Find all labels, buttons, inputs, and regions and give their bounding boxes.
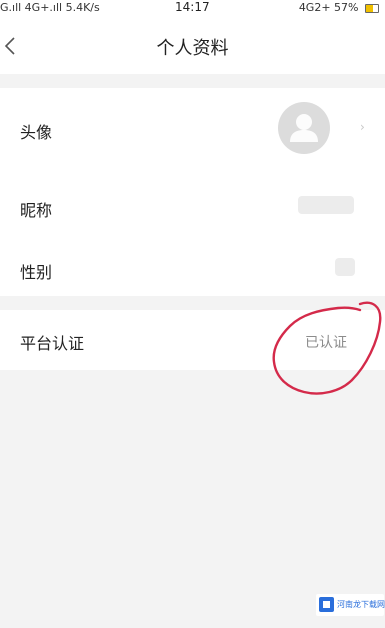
- gender-row-label: 性别: [20, 263, 53, 282]
- default-user-avatar-icon: [290, 114, 318, 142]
- status-time: 14:17: [175, 0, 210, 14]
- watermark-logo-icon: [319, 597, 334, 612]
- gender-value-blurred[interactable]: [335, 258, 355, 276]
- watermark-text: 河南龙下载网: [337, 600, 385, 609]
- status-network-speed: G.ıll 4G+.ıll 5.4K/s: [0, 1, 100, 14]
- nickname-row-label: 昵称: [20, 201, 53, 220]
- app-header: 个人资料: [0, 18, 385, 74]
- avatar[interactable]: [278, 102, 330, 154]
- avatar-row-label: 头像: [20, 123, 53, 142]
- page-title: 个人资料: [156, 38, 229, 59]
- status-battery-group: 4G2+ 57%: [299, 1, 379, 14]
- status-bar: G.ıll 4G+.ıll 5.4K/s 14:17 4G2+ 57%: [0, 0, 385, 18]
- battery-icon: [365, 3, 379, 13]
- nickname-value-blurred[interactable]: [298, 196, 354, 214]
- status-battery-text: 4G2+ 57%: [298, 1, 359, 14]
- certification-row-label: 平台认证: [20, 334, 85, 353]
- red-circle-annotation: [272, 301, 382, 395]
- site-watermark: 河南龙下载网: [316, 594, 385, 616]
- avatar-row-chevron-icon: ›: [360, 120, 365, 134]
- battery-level: [366, 4, 373, 12]
